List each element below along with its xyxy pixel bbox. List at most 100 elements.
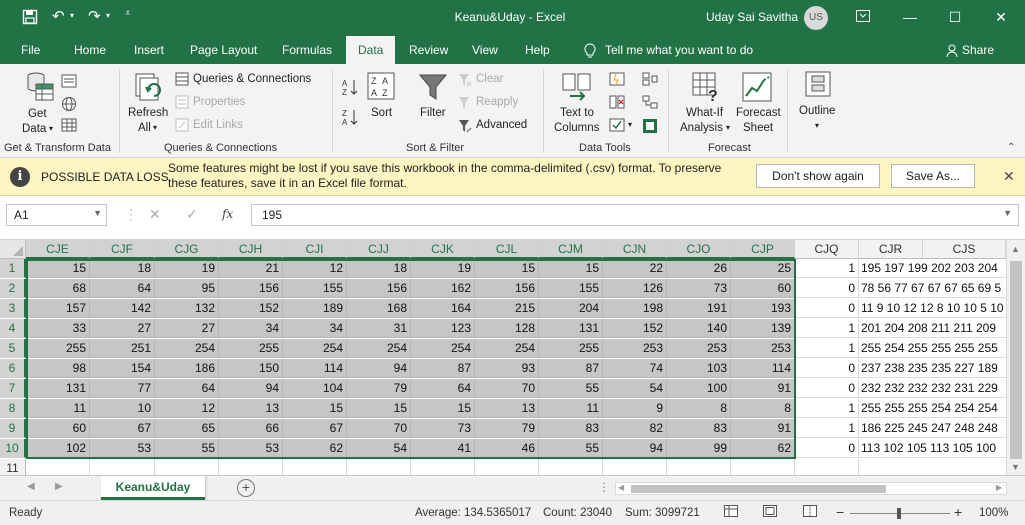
refresh-all-label[interactable]: Refresh xyxy=(128,107,168,119)
avatar[interactable]: US xyxy=(804,6,828,30)
grid-cell[interactable]: 65 xyxy=(155,419,219,438)
grid-cell[interactable]: 253 xyxy=(667,339,731,358)
save-icon[interactable] xyxy=(22,9,38,29)
grid-cell[interactable]: 22 xyxy=(603,259,667,278)
grid-cell[interactable]: 19 xyxy=(155,259,219,278)
get-data-chevron-icon[interactable]: ▾ xyxy=(49,124,53,133)
get-data-icon[interactable] xyxy=(24,70,56,107)
grid-cell[interactable]: 64 xyxy=(411,379,475,398)
grid-cell[interactable]: 94 xyxy=(219,379,283,398)
tab-review[interactable]: Review xyxy=(409,36,448,64)
grid-cell[interactable]: 64 xyxy=(90,279,155,298)
column-header[interactable]: CJS xyxy=(923,240,1006,259)
enter-icon[interactable]: ✓ xyxy=(186,206,198,223)
share-button[interactable]: Share xyxy=(962,36,994,64)
grid-cell[interactable] xyxy=(283,459,347,475)
text-to-columns-label-2[interactable]: Columns xyxy=(554,122,599,134)
refresh-chevron-icon[interactable]: ▾ xyxy=(153,123,157,132)
row-header[interactable]: 8 xyxy=(0,399,26,418)
grid-cell[interactable]: 64 xyxy=(155,379,219,398)
grid-cell[interactable]: 95 xyxy=(155,279,219,298)
grid-cell[interactable]: 41 xyxy=(411,439,475,458)
grid-cell[interactable]: 1 xyxy=(795,419,859,438)
grid-cell[interactable]: 150 xyxy=(219,359,283,378)
row-header[interactable]: 3 xyxy=(0,299,26,318)
grid-cell[interactable]: 91 xyxy=(731,379,795,398)
tab-split-handle-icon[interactable]: ⋮ xyxy=(598,480,610,494)
scroll-down-icon[interactable]: ▼ xyxy=(1011,462,1020,472)
grid-cell[interactable]: 215 xyxy=(475,299,539,318)
outline-button[interactable]: Outline xyxy=(799,105,835,117)
grid-cell[interactable]: 21 xyxy=(219,259,283,278)
grid-cell[interactable]: 232 232 232 232 231 229 xyxy=(859,379,1006,398)
column-header[interactable]: CJO xyxy=(667,240,731,259)
grid-cell[interactable]: 0 xyxy=(795,379,859,398)
page-break-view-icon[interactable] xyxy=(803,505,817,520)
user-name[interactable]: Uday Sai Savitha xyxy=(706,10,798,24)
grid-cell[interactable]: 15 xyxy=(26,259,90,278)
grid-cell[interactable]: 91 xyxy=(731,419,795,438)
ribbon-display-options-icon[interactable] xyxy=(848,6,878,30)
forecast-sheet-label-2[interactable]: Sheet xyxy=(743,122,773,134)
manage-data-model-icon[interactable] xyxy=(642,118,658,137)
column-header[interactable]: CJJ xyxy=(347,240,411,259)
grid-cell[interactable]: 54 xyxy=(347,439,411,458)
column-header[interactable]: CJK xyxy=(411,240,475,259)
grid-cell[interactable]: 55 xyxy=(539,379,603,398)
zoom-level[interactable]: 100% xyxy=(979,507,1008,519)
filter-button[interactable]: Filter xyxy=(420,107,446,119)
grid-cell[interactable]: 193 xyxy=(731,299,795,318)
grid-cell[interactable]: 15 xyxy=(539,259,603,278)
grid-cell[interactable]: 255 255 255 254 254 254 xyxy=(859,399,1006,418)
what-if-label[interactable]: What-If xyxy=(686,107,723,119)
expand-formula-icon[interactable]: ▼ xyxy=(1003,208,1012,218)
grid-cell[interactable]: 60 xyxy=(731,279,795,298)
grid-cell[interactable]: 164 xyxy=(411,299,475,318)
name-box[interactable]: A1 ▼ xyxy=(6,204,107,226)
grid-cell[interactable] xyxy=(155,459,219,475)
grid-cell[interactable]: 131 xyxy=(539,319,603,338)
grid-cell[interactable]: 79 xyxy=(475,419,539,438)
text-to-columns-icon[interactable] xyxy=(562,72,592,105)
minimize-icon[interactable]: — xyxy=(895,6,925,30)
flash-fill-icon[interactable] xyxy=(609,72,625,89)
grid-cell[interactable]: 53 xyxy=(90,439,155,458)
grid-cell[interactable] xyxy=(26,459,90,475)
grid-cell[interactable]: 0 xyxy=(795,279,859,298)
tab-data[interactable]: Data xyxy=(346,36,396,64)
column-header[interactable]: CJN xyxy=(603,240,667,259)
consolidate-icon[interactable] xyxy=(642,72,658,89)
scroll-up-icon[interactable]: ▲ xyxy=(1011,244,1020,254)
grid-cell[interactable]: 155 xyxy=(283,279,347,298)
horizontal-scroll-thumb[interactable] xyxy=(631,485,886,493)
advanced-button[interactable]: Advanced xyxy=(476,119,527,131)
tab-formulas[interactable]: Formulas xyxy=(282,36,332,64)
grid-cell[interactable] xyxy=(731,459,795,475)
grid-cell[interactable]: 11 xyxy=(539,399,603,418)
grid-cell[interactable]: 82 xyxy=(603,419,667,438)
filter-icon[interactable] xyxy=(418,72,448,105)
grid-cell[interactable]: 142 xyxy=(90,299,155,318)
grid-cell[interactable]: 73 xyxy=(411,419,475,438)
grid-cell[interactable]: 83 xyxy=(667,419,731,438)
grid-cell[interactable]: 55 xyxy=(539,439,603,458)
grid-cell[interactable] xyxy=(219,459,283,475)
from-web-icon[interactable] xyxy=(61,96,77,115)
grid-cell[interactable]: 94 xyxy=(603,439,667,458)
grid-cell[interactable]: 99 xyxy=(667,439,731,458)
dont-show-again-button[interactable]: Don't show again xyxy=(756,164,880,188)
text-to-columns-label[interactable]: Text to xyxy=(560,107,594,119)
grid-cell[interactable] xyxy=(90,459,155,475)
sort-icon[interactable]: ZAAZ xyxy=(367,72,395,103)
grid-cell[interactable]: 254 xyxy=(347,339,411,358)
grid-cell[interactable]: 67 xyxy=(283,419,347,438)
grid-cell[interactable]: 253 xyxy=(731,339,795,358)
insert-function-icon[interactable]: fx xyxy=(222,207,233,221)
grid-cell[interactable]: 87 xyxy=(411,359,475,378)
grid-cell[interactable]: 255 xyxy=(219,339,283,358)
tab-page-layout[interactable]: Page Layout xyxy=(190,36,257,64)
row-header[interactable]: 9 xyxy=(0,419,26,438)
row-header[interactable]: 1 xyxy=(0,259,26,278)
grid-cell[interactable]: 255 xyxy=(26,339,90,358)
tab-view[interactable]: View xyxy=(472,36,498,64)
